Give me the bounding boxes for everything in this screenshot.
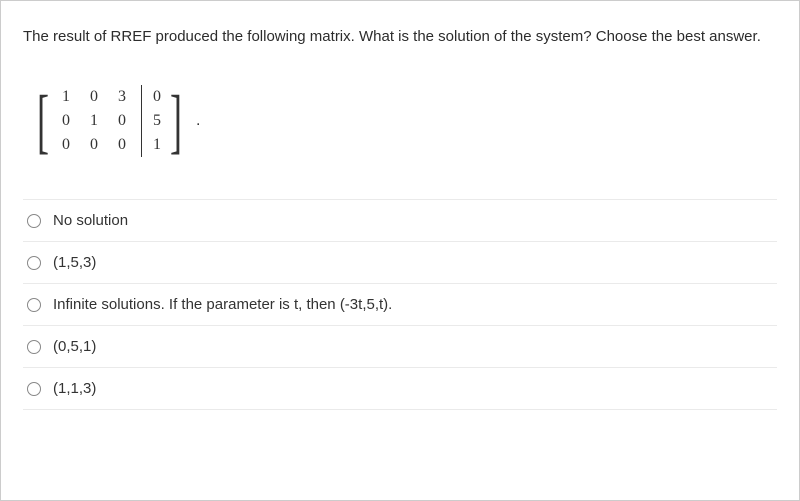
option-label: (1,5,3)	[53, 254, 96, 271]
matrix-cell: 1	[87, 112, 101, 130]
radio-icon[interactable]	[27, 382, 41, 396]
bracket-left: [	[37, 85, 49, 157]
option-153[interactable]: (1,5,3)	[23, 242, 777, 284]
option-no-solution[interactable]: No solution	[23, 200, 777, 242]
matrix-cell: 0	[87, 88, 101, 106]
matrix-main: 1 0 3 0 1 0 0 0 0	[55, 88, 133, 154]
radio-icon[interactable]	[27, 256, 41, 270]
matrix-cell: 0	[87, 136, 101, 154]
option-113[interactable]: (1,1,3)	[23, 368, 777, 410]
augmented-matrix: [ 1 0 3 0 1 0 0 0 0 0 5 1 ]	[31, 85, 188, 157]
matrix-cell: 1	[59, 88, 73, 106]
question-prompt: The result of RREF produced the followin…	[23, 25, 777, 49]
option-label: (1,1,3)	[53, 380, 96, 397]
option-label: Infinite solutions. If the parameter is …	[53, 296, 392, 313]
option-label: No solution	[53, 212, 128, 229]
matrix-cell: 5	[150, 112, 164, 130]
option-label: (0,5,1)	[53, 338, 96, 355]
option-051[interactable]: (0,5,1)	[23, 326, 777, 368]
augment-column: 0 5 1	[150, 88, 164, 154]
matrix-cell: 0	[115, 136, 129, 154]
augment-divider	[141, 85, 142, 157]
matrix-cell: 0	[59, 112, 73, 130]
matrix-display: [ 1 0 3 0 1 0 0 0 0 0 5 1 ] .	[31, 85, 777, 157]
matrix-cell: 0	[59, 136, 73, 154]
period: .	[196, 112, 200, 130]
answer-options: No solution (1,5,3) Infinite solutions. …	[23, 199, 777, 410]
matrix-cell: 0	[115, 112, 129, 130]
option-infinite[interactable]: Infinite solutions. If the parameter is …	[23, 284, 777, 326]
matrix-cell: 3	[115, 88, 129, 106]
bracket-right: ]	[170, 85, 182, 157]
matrix-row: 1 0 3	[59, 88, 129, 106]
matrix-cell: 1	[150, 136, 164, 154]
matrix-row: 0 0 0	[59, 136, 129, 154]
radio-icon[interactable]	[27, 298, 41, 312]
matrix-row: 0 1 0	[59, 112, 129, 130]
radio-icon[interactable]	[27, 214, 41, 228]
radio-icon[interactable]	[27, 340, 41, 354]
matrix-cell: 0	[150, 88, 164, 106]
